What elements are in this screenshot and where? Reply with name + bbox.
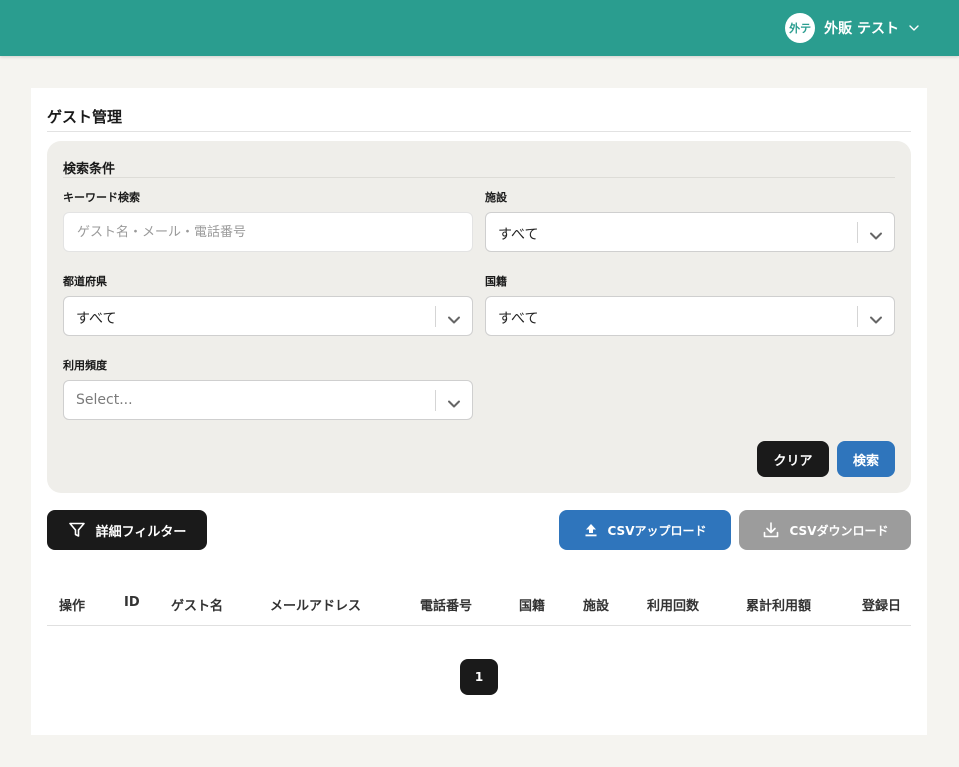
select-separator [857,306,858,327]
column-header-guest-name: ゲスト名 [171,599,224,614]
avatar: 外テ [785,13,816,43]
advanced-filter-label: 詳細フィルター [95,524,187,540]
top-bar: 外テ 外販 テスト [0,0,959,56]
column-header-id: ID [124,595,140,610]
nationality-select[interactable]: すべて [485,296,895,336]
select-separator [435,390,436,411]
column-header-visit-count: 利用回数 [647,599,700,614]
csv-upload-button[interactable]: CSVアップロード [559,510,731,550]
chevron-down-icon [909,23,919,33]
keyword-search-input[interactable] [63,212,473,252]
frequency-select[interactable]: Select... [63,380,473,420]
nationality-select-value: すべて [498,311,539,327]
user-menu[interactable]: 外テ 外販 テスト [785,13,919,43]
clear-button[interactable]: クリア [757,441,829,477]
prefecture-select[interactable]: すべて [63,296,473,336]
funnel-icon [68,522,85,537]
search-panel-divider [63,177,895,178]
column-header-registered-date: 登録日 [862,599,902,614]
select-separator [857,222,858,243]
search-panel: 検索条件 キーワード検索 施設 すべて 都道府県 すべて 国籍 すべて [47,141,911,493]
column-header-nationality: 国籍 [519,599,546,614]
search-panel-title: 検索条件 [63,162,116,177]
facility-select-value: すべて [498,227,539,243]
frequency-label: 利用頻度 [63,359,107,372]
nationality-label: 国籍 [485,275,507,288]
facility-select[interactable]: すべて [485,212,895,252]
chevron-down-icon [447,311,461,324]
column-header-actions: 操作 [59,599,86,614]
table-header: 操作 ID ゲスト名 メールアドレス 電話番号 国籍 施設 利用回数 累計利用額… [47,586,911,626]
prefecture-select-value: すべて [76,311,117,327]
column-header-total-spend: 累計利用額 [746,599,812,614]
upload-icon [585,524,597,537]
download-icon [763,522,778,538]
chevron-down-icon [447,395,461,408]
page-title: ゲスト管理 [47,108,123,126]
column-header-facility: 施設 [583,599,610,614]
select-separator [435,306,436,327]
column-header-email: メールアドレス [270,599,362,614]
csv-download-button[interactable]: CSVダウンロード [739,510,911,550]
main-card: ゲスト管理 検索条件 キーワード検索 施設 すべて 都道府県 すべて 国籍 すべ… [31,88,927,735]
chevron-down-icon [869,311,883,324]
frequency-select-placeholder: Select... [76,392,133,408]
csv-download-label: CSVダウンロード [789,523,889,538]
search-button[interactable]: 検索 [837,441,895,477]
keyword-label: キーワード検索 [63,191,140,204]
pagination-page-1[interactable]: 1 [460,659,498,695]
user-name: 外販 テスト [824,21,899,37]
csv-upload-label: CSVアップロード [607,523,707,538]
title-divider [47,131,911,132]
chevron-down-icon [869,227,883,240]
prefecture-label: 都道府県 [63,275,107,288]
advanced-filter-button[interactable]: 詳細フィルター [47,510,207,550]
column-header-phone: 電話番号 [420,599,473,614]
facility-label: 施設 [485,191,507,204]
